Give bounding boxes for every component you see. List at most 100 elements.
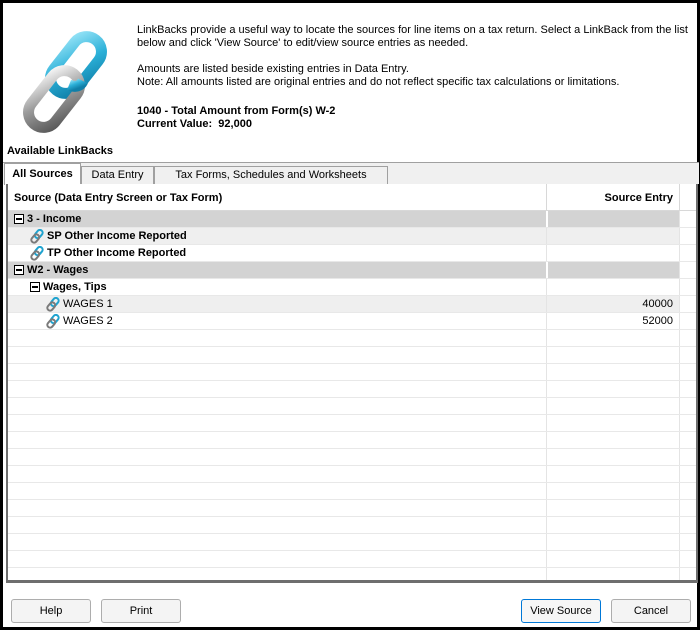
cancel-button[interactable]: Cancel	[611, 599, 691, 623]
column-header-source[interactable]: Source (Data Entry Screen or Tax Form)	[14, 192, 222, 204]
source-cell	[8, 449, 546, 465]
source-entry-cell	[546, 364, 680, 380]
source-entry-cell	[546, 279, 680, 295]
tab-tax-forms[interactable]: Tax Forms, Schedules and Worksheets	[154, 166, 388, 185]
intro-line-2: below and click 'View Source' to edit/vi…	[137, 37, 469, 49]
table-row[interactable]: W2 - Wages	[8, 262, 696, 279]
filler-cell	[680, 466, 696, 482]
filler-cell	[680, 398, 696, 414]
source-cell: TP Other Income Reported	[8, 245, 546, 261]
filler-cell	[680, 347, 696, 363]
row-label: TP Other Income Reported	[47, 247, 187, 259]
form-summary: 1040 - Total Amount from Form(s) W-2 Cur…	[137, 105, 335, 131]
table-row[interactable]: Wages, Tips	[8, 279, 696, 296]
source-cell	[8, 432, 546, 448]
empty-row	[8, 500, 696, 517]
filler-cell	[680, 262, 696, 278]
filler-cell	[680, 279, 696, 295]
link-icon	[46, 313, 62, 329]
source-entry-cell	[546, 347, 680, 363]
source-entry-cell	[546, 551, 680, 567]
source-entry-cell: 52000	[546, 313, 680, 329]
tab-data-entry[interactable]: Data Entry	[81, 166, 154, 185]
row-label: 3 - Income	[27, 213, 82, 225]
filler-cell	[680, 483, 696, 499]
empty-row	[8, 398, 696, 415]
table-row[interactable]: 3 - Income	[8, 211, 696, 228]
source-entry-cell	[546, 517, 680, 533]
empty-row	[8, 330, 696, 347]
filler-cell	[680, 517, 696, 533]
source-entry-cell: 40000	[546, 296, 680, 312]
link-icon	[30, 228, 46, 244]
source-entry-cell	[546, 330, 680, 346]
source-cell	[8, 381, 546, 397]
filler-cell	[680, 432, 696, 448]
source-entry-cell	[546, 381, 680, 397]
tab-all-sources[interactable]: All Sources	[4, 163, 81, 185]
source-cell	[8, 330, 546, 346]
column-header-source-entry[interactable]: Source Entry	[605, 192, 673, 204]
filler-cell	[680, 449, 696, 465]
source-cell	[8, 483, 546, 499]
filler-cell	[680, 330, 696, 346]
source-entry-cell	[546, 500, 680, 516]
source-entry-cell	[546, 415, 680, 431]
empty-row	[8, 551, 696, 568]
source-entry-cell	[546, 245, 680, 261]
source-entry-cell	[546, 483, 680, 499]
empty-row	[8, 364, 696, 381]
source-cell: SP Other Income Reported	[8, 228, 546, 244]
table-row[interactable]: WAGES 1 40000	[8, 296, 696, 313]
source-cell	[8, 415, 546, 431]
collapse-toggle-icon[interactable]	[14, 214, 24, 224]
linkbacks-dialog: LinkBacks provide a useful way to locate…	[2, 2, 699, 628]
tab-strip: All Sources Data Entry Tax Forms, Schedu…	[3, 162, 699, 185]
empty-row	[8, 483, 696, 500]
row-label: WAGES 1	[63, 298, 113, 310]
empty-row	[8, 449, 696, 466]
row-label: Wages, Tips	[43, 281, 107, 293]
chain-link-logo-icon	[23, 31, 107, 133]
intro-line-3: Amounts are listed beside existing entri…	[137, 63, 409, 75]
view-source-button[interactable]: View Source	[521, 599, 601, 623]
source-cell	[8, 466, 546, 482]
source-cell	[8, 568, 546, 580]
help-button[interactable]: Help	[11, 599, 91, 623]
empty-row	[8, 347, 696, 364]
source-entry-cell	[546, 262, 680, 278]
print-button[interactable]: Print	[101, 599, 181, 623]
empty-row	[8, 415, 696, 432]
filler-cell	[680, 500, 696, 516]
source-entry-cell	[546, 398, 680, 414]
source-entry-cell	[546, 228, 680, 244]
source-cell	[8, 347, 546, 363]
current-value: Current Value: 92,000	[137, 118, 252, 130]
filler-cell	[680, 364, 696, 380]
filler-cell	[680, 245, 696, 261]
collapse-toggle-icon[interactable]	[14, 265, 24, 275]
collapse-toggle-icon[interactable]	[30, 282, 40, 292]
source-cell	[8, 517, 546, 533]
link-icon	[30, 245, 46, 261]
row-label: WAGES 2	[63, 315, 113, 327]
source-entry-cell	[546, 449, 680, 465]
filler-cell	[680, 211, 696, 227]
filler-cell	[680, 381, 696, 397]
linkbacks-grid: Source (Data Entry Screen or Tax Form) S…	[6, 184, 698, 583]
table-row[interactable]: SP Other Income Reported	[8, 228, 696, 245]
link-icon	[46, 296, 62, 312]
source-entry-cell	[546, 534, 680, 550]
intro-text: LinkBacks provide a useful way to locate…	[137, 24, 697, 89]
source-cell: W2 - Wages	[8, 262, 546, 278]
filler-cell	[680, 296, 696, 312]
table-row[interactable]: TP Other Income Reported	[8, 245, 696, 262]
source-cell	[8, 398, 546, 414]
source-cell: WAGES 1	[8, 296, 546, 312]
source-entry-cell	[546, 211, 680, 227]
table-row[interactable]: WAGES 2 52000	[8, 313, 696, 330]
source-cell	[8, 364, 546, 380]
source-entry-cell	[546, 432, 680, 448]
source-cell: WAGES 2	[8, 313, 546, 329]
source-cell: 3 - Income	[8, 211, 546, 227]
